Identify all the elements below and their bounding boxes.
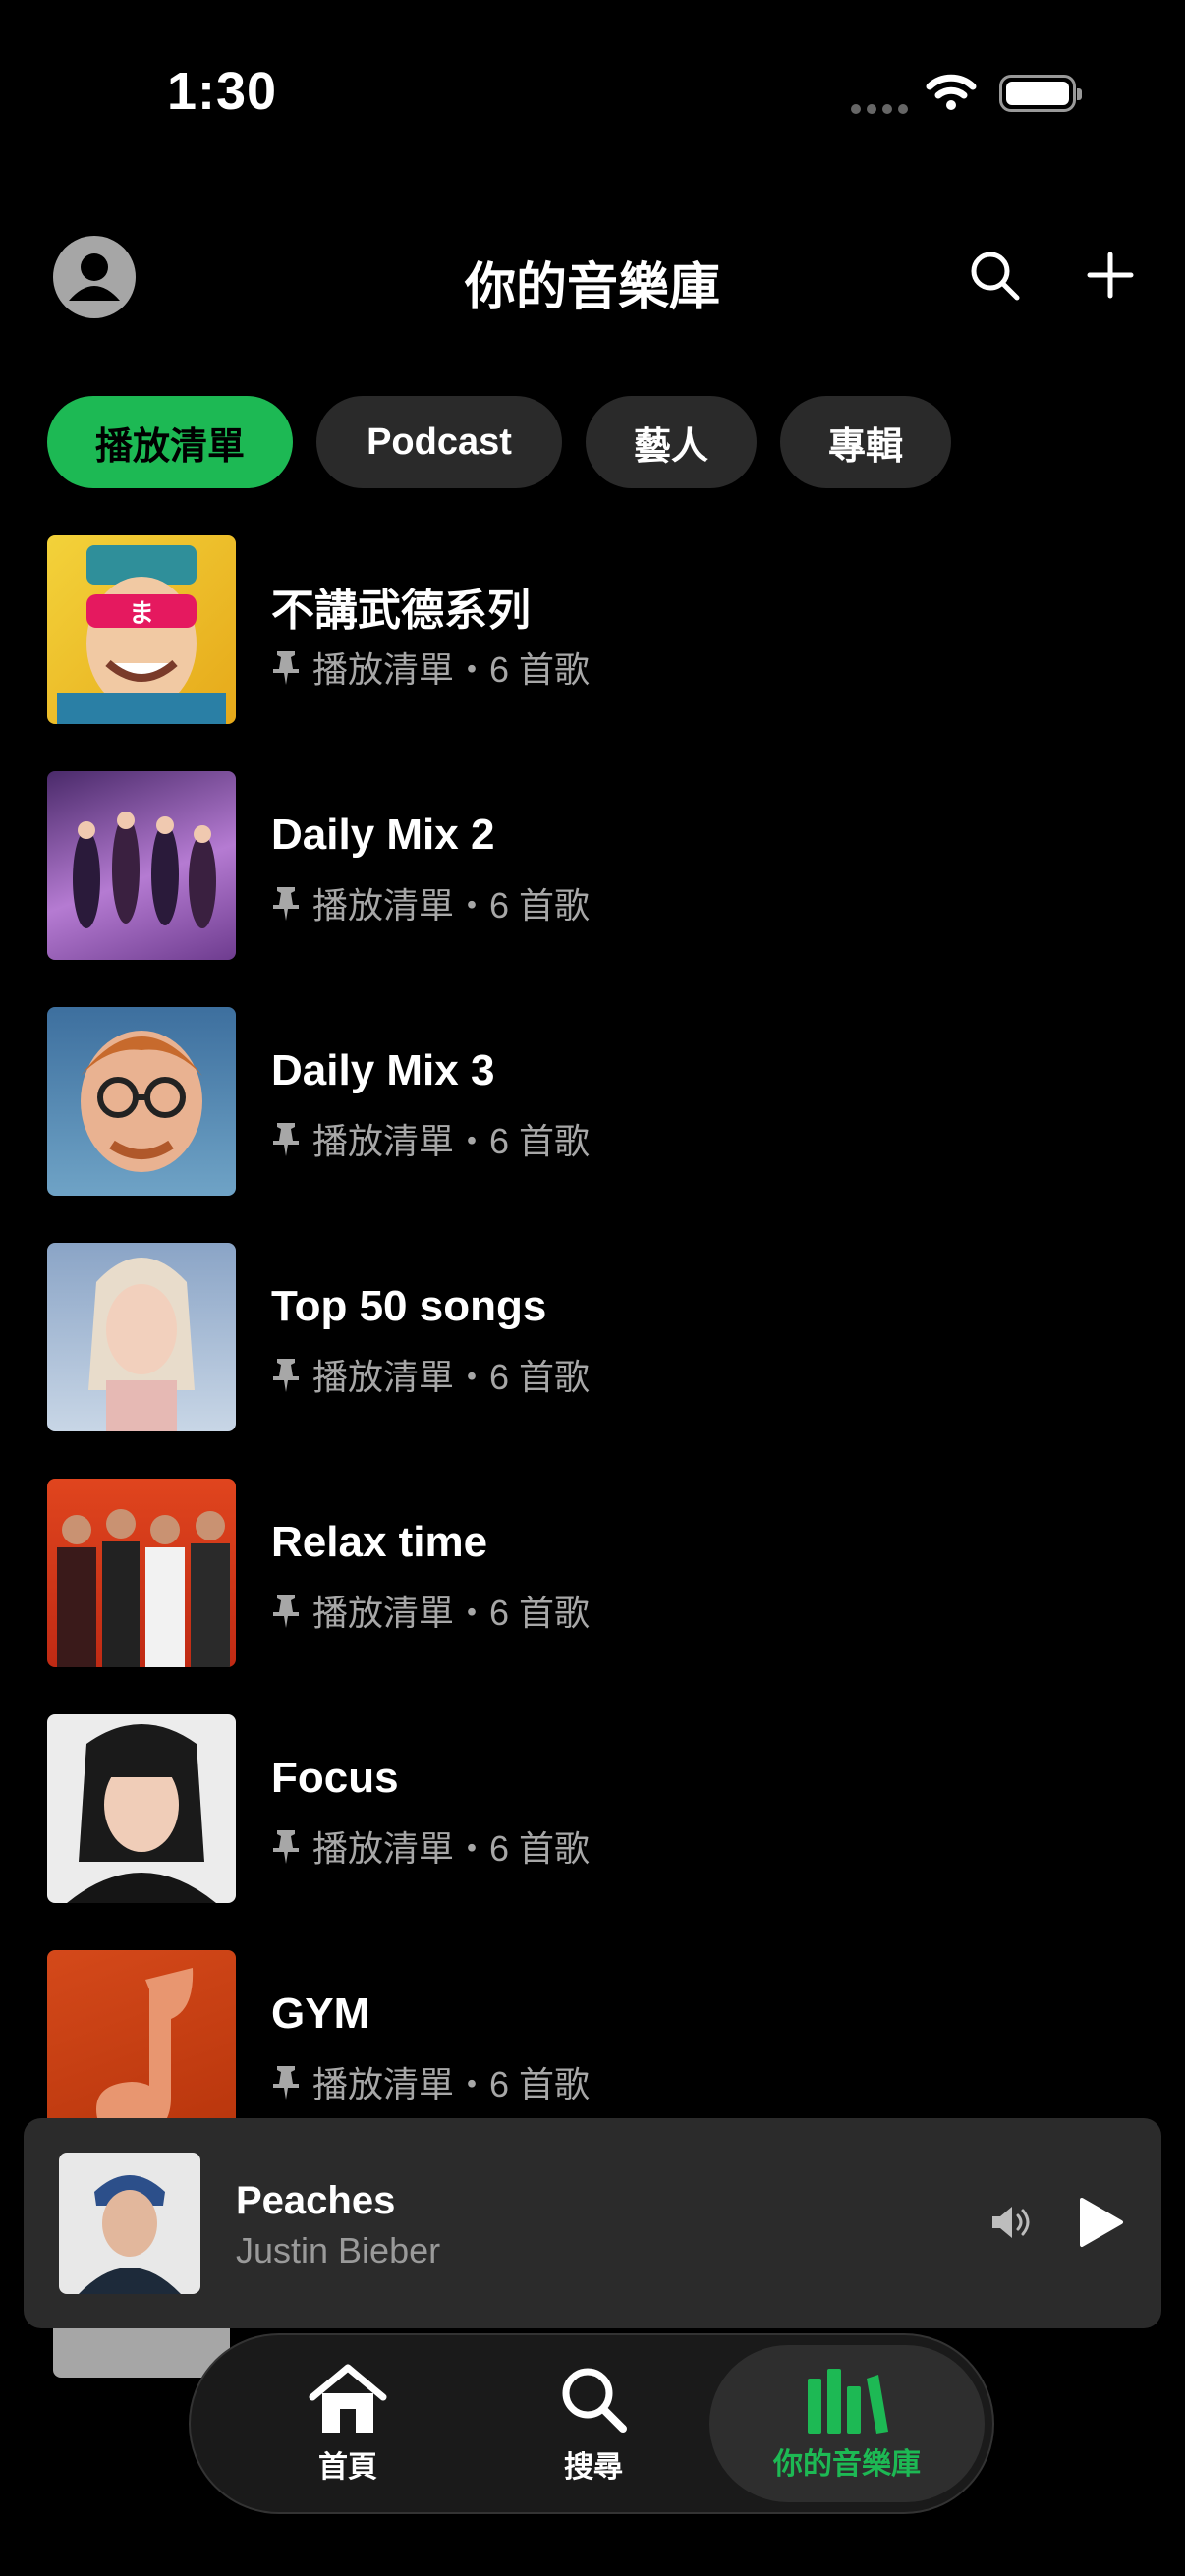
volume-button[interactable]: [985, 2195, 1040, 2250]
filter-chip-podcast[interactable]: Podcast: [316, 396, 562, 488]
library-icon: [808, 2369, 888, 2434]
playlist-meta: 播放清單・6 首歌: [312, 1121, 591, 1161]
search-button[interactable]: [955, 236, 1034, 314]
playlist-name: GYM: [271, 1989, 370, 2038]
playlist-row[interactable]: ま 不講武德系列 播放清單・6 首歌: [47, 535, 1138, 724]
playlist-meta-row: 播放清單・6 首歌: [271, 1113, 590, 1164]
playlist-meta-row: 播放清單・6 首歌: [271, 1349, 590, 1400]
playlist-meta-row: 播放清單・6 首歌: [271, 1585, 590, 1636]
playlist-meta: 播放清單・6 首歌: [312, 885, 591, 925]
playlist-row[interactable]: GYM 播放清單・6 首歌: [47, 1950, 1138, 2139]
speaker-icon: [992, 2207, 1030, 2238]
playlist-name: Daily Mix 2: [271, 811, 495, 859]
playlist-row[interactable]: Daily Mix 3 播放清單・6 首歌: [47, 1007, 1138, 1196]
playlist-row[interactable]: Relax time 播放清單・6 首歌: [47, 1479, 1138, 1667]
filter-chip-artists[interactable]: 藝人: [586, 396, 757, 488]
playlist-cover: [47, 1714, 236, 1903]
home-icon: [309, 2364, 387, 2433]
tab-bar: 首頁 搜尋 你的音樂庫: [189, 2333, 994, 2514]
pin-icon: [273, 651, 299, 685]
playlist-meta: 播放清單・6 首歌: [312, 649, 591, 690]
now-playing-art: [59, 2153, 200, 2294]
tab-label: 搜尋: [564, 2451, 623, 2484]
playlist-cover: [47, 771, 236, 960]
pin-icon: [273, 1359, 299, 1392]
playlist-cover: [47, 1950, 236, 2139]
battery-icon: [999, 75, 1082, 112]
playlist-row[interactable]: Daily Mix 2 播放清單・6 首歌: [47, 771, 1138, 960]
playlist-row[interactable]: Top 50 songs 播放清單・6 首歌: [47, 1243, 1138, 1431]
search-icon: [971, 252, 1020, 301]
playlist-name: 不講武德系列: [271, 587, 531, 635]
playlist-meta-row: 播放清單・6 首歌: [271, 1820, 590, 1872]
playlist-meta-row: 播放清單・6 首歌: [271, 2056, 590, 2107]
playlist-name: Focus: [271, 1754, 399, 1802]
playlist-cover: [47, 1243, 236, 1431]
search-icon: [562, 2368, 627, 2433]
filter-chip-albums[interactable]: 專輯: [780, 396, 951, 488]
playlist-cover: [47, 1007, 236, 1196]
tab-library[interactable]: 你的音樂庫: [709, 2345, 985, 2502]
playlist-name: Top 50 songs: [271, 1282, 547, 1330]
tab-label: 你的音樂庫: [773, 2448, 921, 2481]
playlist-meta: 播放清單・6 首歌: [312, 2064, 591, 2104]
playlist-meta-row: 播放清單・6 首歌: [271, 642, 590, 693]
playlist-name: Daily Mix 3: [271, 1046, 495, 1094]
filter-chips: 播放清單 Podcast 藝人 專輯: [47, 396, 951, 488]
cellular-signal-icon: [851, 104, 908, 114]
pin-icon: [273, 1830, 299, 1864]
filter-chip-playlists[interactable]: 播放清單: [47, 396, 293, 488]
pin-icon: [273, 887, 299, 921]
play-icon: [1080, 2198, 1123, 2247]
pin-icon: [273, 2066, 299, 2100]
playlist-name: Relax time: [271, 1518, 488, 1566]
now-playing-artist: Justin Bieber: [236, 2230, 441, 2270]
add-button[interactable]: [1071, 236, 1150, 314]
svg-text:ま: ま: [129, 599, 154, 629]
playlist-meta: 播放清單・6 首歌: [312, 1357, 591, 1397]
tab-home[interactable]: 首頁: [240, 2335, 456, 2512]
home-indicator-area: [0, 2525, 1185, 2576]
playlist-cover: [47, 1479, 236, 1667]
playlist-meta: 播放清單・6 首歌: [312, 1828, 591, 1869]
playlist-meta-row: 播放清單・6 首歌: [271, 877, 590, 928]
pin-icon: [273, 1595, 299, 1628]
pin-icon: [273, 1123, 299, 1156]
playlist-row[interactable]: Focus 播放清單・6 首歌: [47, 1714, 1138, 1903]
music-note-icon: [96, 1968, 194, 2137]
plus-icon: [1087, 252, 1134, 299]
play-button[interactable]: [1065, 2187, 1136, 2258]
mini-player[interactable]: Peaches Justin Bieber: [24, 2118, 1161, 2328]
playlist-meta: 播放清單・6 首歌: [312, 1593, 591, 1633]
tab-search[interactable]: 搜尋: [485, 2335, 702, 2512]
now-playing-title: Peaches: [236, 2179, 396, 2222]
tab-label: 首頁: [318, 2451, 377, 2484]
wifi-icon: [926, 74, 977, 110]
playlist-cover: ま: [47, 535, 236, 724]
status-time: 1:30: [167, 62, 278, 121]
